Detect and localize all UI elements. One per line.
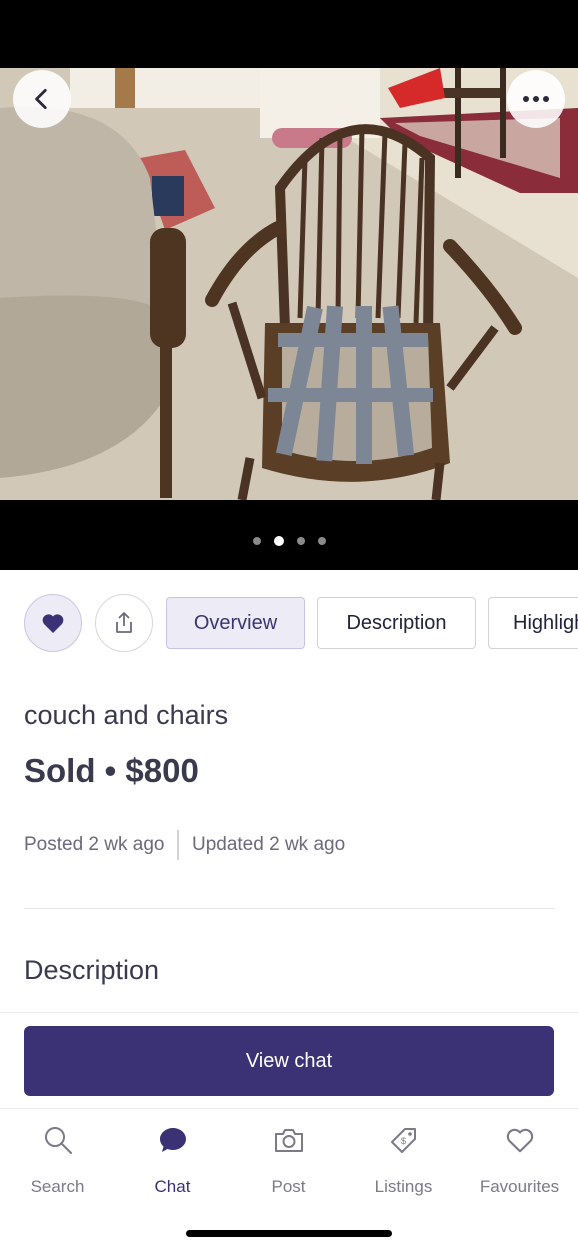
bottom-navigation: Search Chat Post $ Listings Favourites	[0, 1108, 578, 1250]
svg-text:$: $	[401, 1136, 406, 1146]
nav-label-post: Post	[271, 1177, 306, 1196]
listing-photo[interactable]	[0, 68, 578, 500]
nav-item-listings[interactable]: $ Listings	[346, 1123, 461, 1197]
more-horizontal-icon	[523, 96, 549, 102]
nav-label-favourites: Favourites	[479, 1177, 560, 1196]
carousel-dot[interactable]	[317, 537, 326, 545]
photo-carousel-footer	[0, 500, 578, 570]
home-indicator[interactable]	[186, 1230, 392, 1237]
chat-bubble-icon	[156, 1123, 190, 1157]
tab-description[interactable]: Description	[317, 597, 476, 649]
nav-label-listings: Listings	[374, 1177, 433, 1196]
chair-photo-illustration	[0, 68, 578, 500]
meta-separator	[177, 830, 179, 860]
nav-item-favourites[interactable]: Favourites	[462, 1123, 577, 1197]
more-options-button[interactable]	[507, 70, 565, 128]
tab-highlights[interactable]: Highlights	[488, 597, 578, 649]
listing-price-status: Sold • $800	[24, 752, 199, 789]
share-icon	[116, 612, 132, 633]
chevron-left-icon	[35, 88, 47, 110]
listing-title: couch and chairs	[24, 700, 229, 730]
description-heading: Description	[24, 955, 160, 985]
posted-time: Posted 2 wk ago	[24, 834, 165, 855]
camera-icon	[272, 1123, 306, 1157]
tab-overview[interactable]: Overview	[166, 597, 305, 649]
heart-outline-icon	[503, 1123, 537, 1157]
status-bar-area	[0, 0, 578, 68]
price-tag-icon: $	[387, 1123, 421, 1157]
listing-action-row: Overview Description Highlights	[0, 594, 578, 652]
heart-icon	[42, 614, 64, 633]
nav-label-search: Search	[30, 1177, 85, 1196]
nav-label-chat: Chat	[154, 1177, 191, 1196]
share-button[interactable]	[95, 594, 153, 652]
favourite-button[interactable]	[24, 594, 82, 652]
listing-timestamps: Posted 2 wk ago Updated 2 wk ago	[24, 830, 345, 860]
search-icon	[41, 1123, 75, 1157]
carousel-dot-active[interactable]	[273, 536, 284, 546]
updated-time: Updated 2 wk ago	[191, 834, 346, 855]
section-divider	[24, 908, 554, 909]
nav-item-chat[interactable]: Chat	[115, 1123, 230, 1197]
carousel-indicator[interactable]	[0, 536, 578, 546]
nav-item-post[interactable]: Post	[231, 1123, 346, 1197]
back-button[interactable]	[13, 70, 71, 128]
carousel-dot[interactable]	[252, 537, 261, 545]
view-chat-button[interactable]: View chat	[24, 1026, 554, 1096]
nav-item-search[interactable]: Search	[0, 1123, 115, 1197]
carousel-dot[interactable]	[296, 537, 305, 545]
